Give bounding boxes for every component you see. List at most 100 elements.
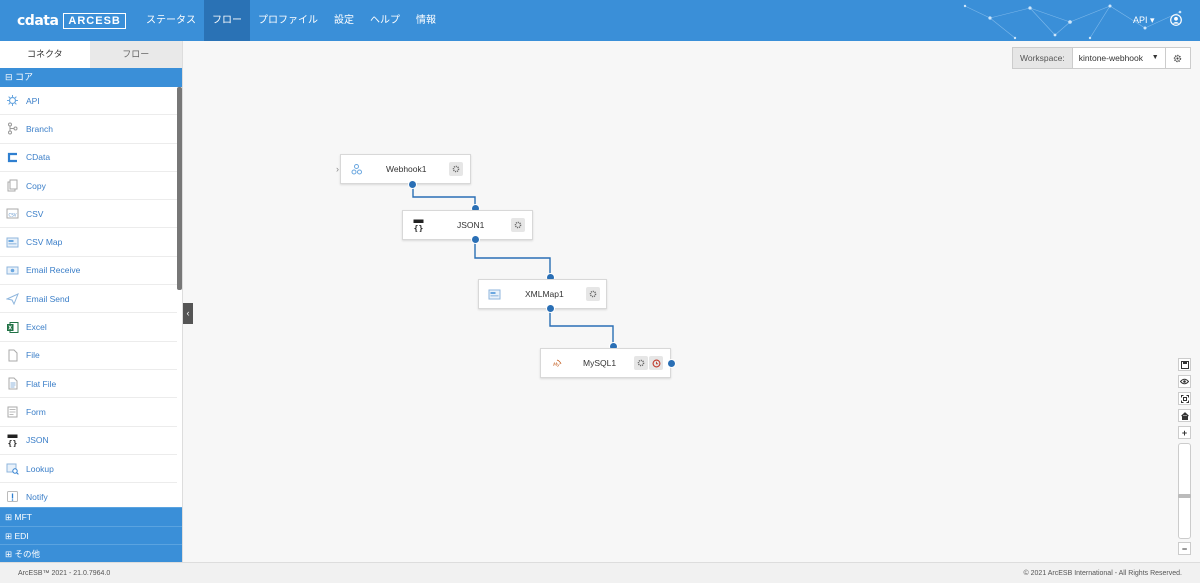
category-edi-header[interactable]: ⊞ EDI: [0, 525, 182, 544]
connector-label: Excel: [26, 322, 47, 333]
connector-item-csv[interactable]: CSV CSV: [0, 200, 177, 229]
connector-item-flat-file[interactable]: Flat File: [0, 370, 177, 399]
api-icon: [5, 94, 19, 108]
node-settings-button[interactable]: [586, 287, 600, 301]
save-icon[interactable]: [1178, 358, 1191, 371]
email-receive-icon: [5, 263, 19, 277]
output-arrow-icon[interactable]: [667, 359, 676, 368]
connector-item-notify[interactable]: Notify: [0, 483, 177, 507]
cdata-icon: [5, 150, 19, 164]
email-send-icon: [5, 292, 19, 306]
connector-item-email-send[interactable]: Email Send: [0, 285, 177, 314]
flat-file-icon: [5, 377, 19, 391]
xmlmap-icon: [488, 288, 501, 301]
flow-node-mysql1[interactable]: My MySQL1: [540, 348, 671, 378]
svg-text:X: X: [8, 325, 12, 331]
flow-node-webhook1[interactable]: Webhook1: [340, 154, 471, 184]
svg-text:CSV: CSV: [8, 213, 16, 218]
top-navbar: cdata ARCESB ステータス フロー プロファイル 設定 ヘルプ 情報 …: [0, 0, 1200, 41]
connector-label: Branch: [26, 123, 53, 134]
category-other-header[interactable]: ⊞ その他: [0, 544, 182, 563]
logo-product: ARCESB: [63, 12, 126, 29]
svg-text:My: My: [553, 362, 560, 368]
node-settings-button[interactable]: [511, 218, 525, 232]
connector-item-lookup[interactable]: Lookup: [0, 455, 177, 484]
connector-item-file[interactable]: File: [0, 342, 177, 370]
connector-item-branch[interactable]: Branch: [0, 115, 177, 144]
node-settings-button[interactable]: [634, 356, 648, 370]
connector-item-excel[interactable]: X Excel: [0, 313, 177, 342]
csv-icon: CSV: [5, 207, 19, 221]
zoom-slider[interactable]: [1178, 443, 1191, 539]
json-icon: {}: [412, 219, 425, 232]
json-icon: {}: [5, 433, 19, 447]
tab-flows[interactable]: フロー: [89, 41, 182, 68]
connector-item-csv-map[interactable]: CSV Map: [0, 228, 177, 257]
zoom-out-icon[interactable]: −: [1178, 542, 1191, 555]
connector-label: API: [26, 95, 40, 106]
svg-text:{}: {}: [7, 439, 17, 447]
connector-label: JSON: [26, 435, 49, 446]
gear-icon: [637, 359, 645, 367]
sidebar-scrollbar[interactable]: [177, 87, 182, 290]
canvas-tools: +: [1178, 358, 1193, 443]
connector-label: Email Receive: [26, 265, 81, 276]
zoom-slider-thumb[interactable]: [1178, 494, 1191, 498]
node-schedule-button[interactable]: [649, 356, 663, 370]
version-text: ArcESB™ 2021 - 21.0.7964.0: [18, 570, 111, 577]
connector-label: Email Send: [26, 293, 70, 304]
sidebar-tabs: コネクタ フロー: [0, 41, 182, 68]
notify-icon: [5, 490, 19, 504]
connector-list: API Branch CData Copy CSV CSV CSV Map Em…: [0, 87, 182, 507]
form-icon: [5, 405, 19, 419]
connector-label: Lookup: [26, 463, 54, 474]
fit-icon[interactable]: [1178, 392, 1191, 405]
nav-status[interactable]: ステータス: [138, 0, 204, 41]
node-input-arrow-icon: ›: [336, 164, 339, 174]
connector-label: Form: [26, 406, 46, 417]
nav-profile[interactable]: プロファイル: [250, 0, 326, 41]
tab-connectors[interactable]: コネクタ: [0, 41, 90, 68]
output-port[interactable]: [408, 180, 417, 189]
node-settings-button[interactable]: [449, 162, 463, 176]
nav-help[interactable]: ヘルプ: [362, 0, 408, 41]
connector-label: CSV Map: [26, 237, 63, 248]
user-icon[interactable]: [1170, 14, 1182, 26]
nav-settings[interactable]: 設定: [326, 0, 362, 41]
gear-icon: [589, 290, 597, 298]
branch-icon: [5, 122, 19, 136]
clock-icon: [652, 359, 660, 367]
connector-label: Flat File: [26, 378, 57, 389]
file-icon: [5, 348, 19, 362]
connector-item-cdata[interactable]: CData: [0, 144, 177, 172]
connector-item-form[interactable]: Form: [0, 398, 177, 427]
flow-node-xmlmap1[interactable]: XMLMap1: [478, 279, 607, 309]
zoom-in-icon[interactable]: +: [1178, 426, 1191, 439]
category-mft-header[interactable]: ⊞ MFT: [0, 507, 182, 526]
connector-label: CData: [26, 152, 51, 163]
connector-label: Copy: [26, 180, 46, 191]
flow-connections: [412, 186, 614, 345]
connector-item-json[interactable]: {} JSON: [0, 427, 177, 455]
connector-item-email-receive[interactable]: Email Receive: [0, 257, 177, 286]
flow-canvas[interactable]: Workspace: kintone-webhook ▼ Webhook1 › …: [184, 41, 1200, 562]
node-label: Webhook1: [386, 164, 427, 174]
page-footer: ArcESB™ 2021 - 21.0.7964.0 © 2021 ArcESB…: [0, 562, 1200, 583]
flow-node-json1[interactable]: {} JSON1: [402, 210, 533, 240]
node-label: JSON1: [457, 220, 485, 230]
connector-sidebar: コネクタ フロー ⊟ コア API Branch CData Copy CSV …: [0, 41, 183, 563]
output-port[interactable]: [546, 304, 555, 313]
output-port[interactable]: [471, 235, 480, 244]
lookup-icon: [5, 462, 19, 476]
nav-info[interactable]: 情報: [408, 0, 444, 41]
app-logo[interactable]: cdata ARCESB: [17, 12, 126, 29]
category-core-header[interactable]: ⊟ コア: [0, 68, 182, 87]
home-icon[interactable]: [1178, 409, 1191, 422]
connector-item-api[interactable]: API: [0, 87, 177, 116]
connector-item-copy[interactable]: Copy: [0, 172, 177, 201]
api-menu[interactable]: API ▾: [1133, 0, 1155, 41]
network-decoration: [963, 4, 1182, 40]
gear-icon: [452, 165, 460, 173]
eye-icon[interactable]: [1178, 375, 1191, 388]
nav-flow[interactable]: フロー: [204, 0, 250, 41]
